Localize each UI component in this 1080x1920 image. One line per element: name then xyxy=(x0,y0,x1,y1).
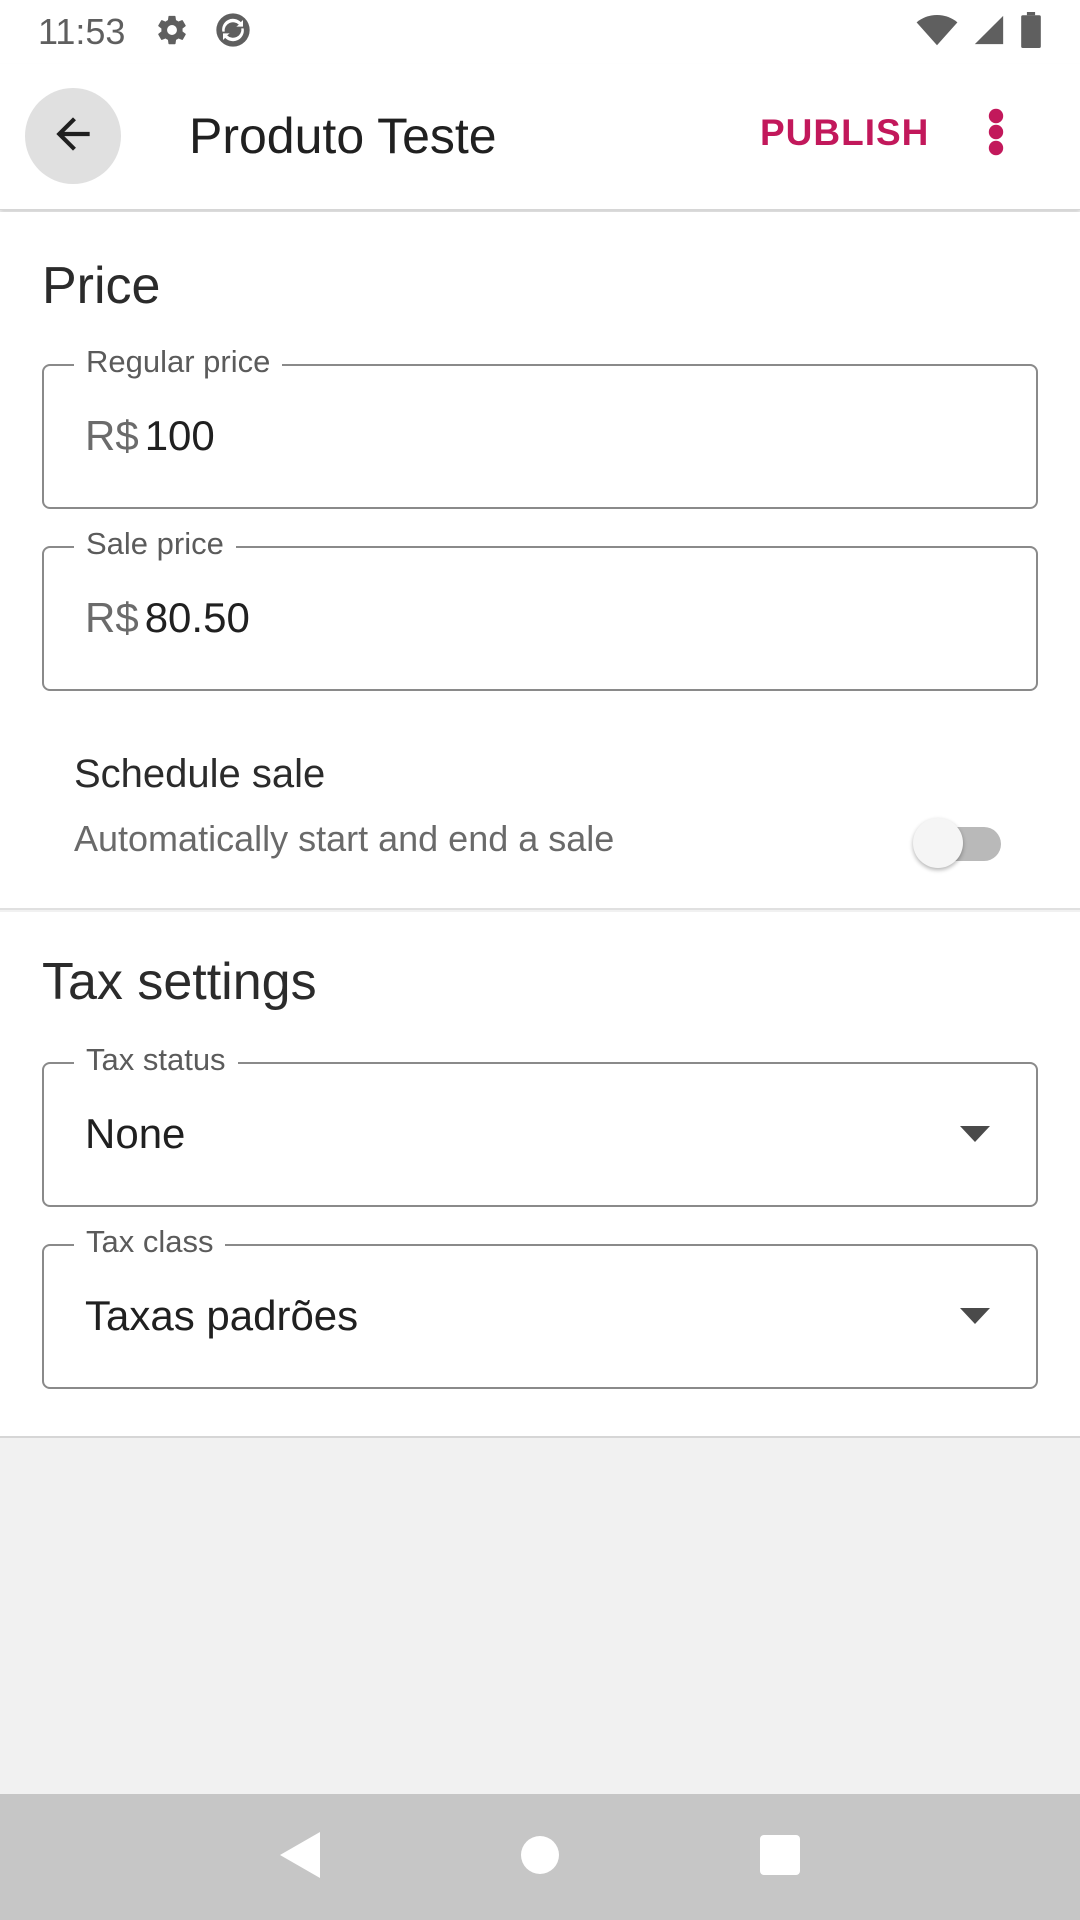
gear-icon xyxy=(155,13,189,52)
system-nav-bar xyxy=(0,1794,1080,1920)
sale-price-input[interactable]: 80.50 xyxy=(145,594,250,642)
nav-back-button[interactable] xyxy=(260,1817,340,1897)
back-button[interactable] xyxy=(25,88,121,184)
status-left-icons xyxy=(155,10,253,55)
schedule-sale-switch[interactable] xyxy=(913,818,1003,868)
regular-price-field[interactable]: Regular price R$ 100 xyxy=(42,344,1038,509)
arrow-left-icon xyxy=(48,109,98,164)
wifi-icon xyxy=(916,13,958,52)
status-bar: 11:53 xyxy=(0,0,1080,64)
app-bar: Produto Teste PUBLISH xyxy=(0,64,1080,210)
tax-status-selected: None xyxy=(85,1110,186,1157)
tax-status-value: None xyxy=(85,1110,185,1158)
schedule-sale-subtitle: Automatically start and end a sale xyxy=(74,818,615,859)
tax-class-value: Taxas padrões xyxy=(85,1292,358,1340)
publish-button[interactable]: PUBLISH xyxy=(760,112,929,154)
dropdown-arrow-icon xyxy=(960,1308,990,1329)
tax-section-title: Tax settings xyxy=(42,953,317,1011)
tax-class-selected: Taxas padrões xyxy=(85,1292,359,1339)
status-right-icons xyxy=(916,11,1042,53)
overflow-menu-button[interactable] xyxy=(968,94,1024,174)
switch-thumb xyxy=(913,818,963,868)
sync-icon xyxy=(213,10,253,55)
regular-price-input[interactable]: 100 xyxy=(145,412,215,460)
tax-status-label: Tax status xyxy=(74,1042,238,1078)
sale-price-field[interactable]: Sale price R$ 80.50 xyxy=(42,526,1038,691)
page-title: Produto Teste xyxy=(189,108,497,164)
more-vert-icon xyxy=(988,108,1004,161)
schedule-sale-title: Schedule sale xyxy=(74,752,326,796)
sale-price-label: Sale price xyxy=(74,526,236,562)
nav-recents-button[interactable] xyxy=(740,1817,820,1897)
sale-price-value-row: R$ 80.50 xyxy=(85,594,250,642)
tax-class-label: Tax class xyxy=(74,1224,226,1260)
nav-home-button[interactable] xyxy=(500,1817,580,1897)
regular-price-label: Regular price xyxy=(74,344,283,380)
price-section-title: Price xyxy=(42,257,161,315)
currency-prefix: R$ xyxy=(85,594,139,641)
battery-icon xyxy=(1020,11,1042,53)
dropdown-arrow-icon xyxy=(960,1126,990,1147)
tax-status-dropdown[interactable]: Tax status None xyxy=(42,1042,1038,1207)
nav-recents-icon xyxy=(760,1834,800,1880)
status-time: 11:53 xyxy=(38,11,126,52)
nav-home-icon xyxy=(520,1835,560,1880)
regular-price-value-row: R$ 100 xyxy=(85,412,215,460)
currency-prefix: R$ xyxy=(85,412,139,459)
signal-icon xyxy=(972,13,1006,52)
tax-settings-card: Tax settings Tax status None Tax class T… xyxy=(0,912,1080,1438)
nav-back-icon xyxy=(278,1830,322,1885)
price-card: Price Regular price R$ 100 Sale price R$… xyxy=(0,212,1080,910)
tax-class-dropdown[interactable]: Tax class Taxas padrões xyxy=(42,1224,1038,1389)
